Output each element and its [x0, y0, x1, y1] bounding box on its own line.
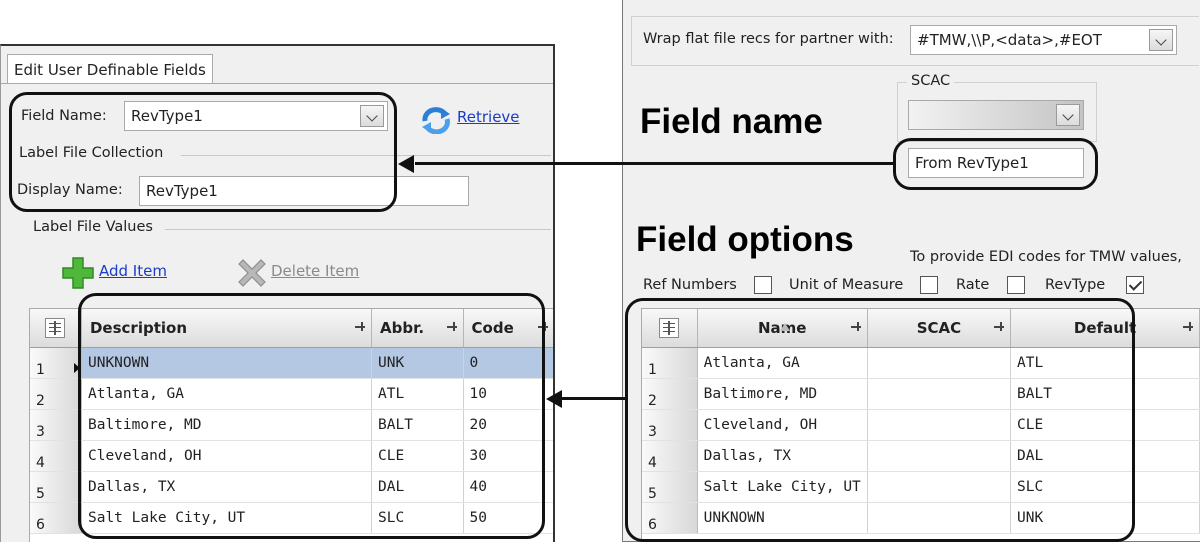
edi-codes-note: To provide EDI codes for TMW values, — [910, 249, 1182, 265]
group-divider — [165, 229, 551, 230]
label-file-values-heading: Label File Values — [33, 219, 153, 235]
row-number: 3 — [30, 409, 82, 441]
field-name-annotation: Field name — [640, 102, 823, 141]
unit-of-measure-label: Unit of Measure — [789, 277, 904, 293]
right-grid-callout — [625, 298, 1135, 542]
revtype-label: RevType — [1045, 277, 1106, 293]
from-field-callout — [893, 138, 1098, 190]
green-plus-icon[interactable] — [61, 256, 95, 290]
rate-label: Rate — [956, 277, 990, 293]
arrow-head-icon — [398, 155, 414, 173]
scac-combo[interactable] — [908, 100, 1084, 130]
tab-divider — [1, 83, 553, 84]
row-number: 2 — [30, 378, 82, 410]
ref-numbers-checkbox[interactable] — [754, 276, 772, 294]
wrap-format-value: #TMW,\\P,<data>,#EOT — [917, 31, 1102, 49]
field-name-connector-line — [415, 162, 893, 165]
wrap-format-combo[interactable]: #TMW,\\P,<data>,#EOT — [910, 25, 1177, 55]
delete-item-link: Delete Item — [271, 262, 360, 280]
row-number: 6 — [30, 502, 82, 534]
arrow-head-icon — [546, 390, 562, 408]
row-number: 4 — [30, 440, 82, 472]
scac-label: SCAC — [907, 73, 955, 89]
row-number: 5 — [30, 471, 82, 503]
wrap-flat-file-label: Wrap flat file recs for partner with: — [643, 31, 894, 47]
pin-icon[interactable] — [1183, 322, 1193, 332]
retrieve-link[interactable]: Retrieve — [457, 108, 520, 126]
add-item-link[interactable]: Add Item — [99, 262, 167, 280]
unit-of-measure-checkbox[interactable] — [920, 276, 938, 294]
tab-edit-user-definable-fields[interactable]: Edit User Definable Fields — [7, 54, 213, 84]
field-name-callout — [9, 92, 397, 212]
ref-numbers-label: Ref Numbers — [643, 277, 737, 293]
field-options-annotation: Field options — [636, 220, 854, 259]
refresh-icon[interactable] — [419, 106, 453, 135]
chevron-down-icon[interactable] — [1149, 29, 1173, 51]
chevron-down-icon[interactable] — [1056, 104, 1080, 126]
column-chooser-icon — [45, 317, 66, 338]
gray-x-icon — [235, 256, 269, 290]
column-chooser-button[interactable] — [30, 309, 82, 348]
grid-connector-line — [561, 397, 625, 400]
rate-checkbox[interactable] — [1007, 276, 1025, 294]
left-grid-callout — [78, 293, 545, 539]
revtype-checkbox[interactable] — [1126, 276, 1144, 294]
